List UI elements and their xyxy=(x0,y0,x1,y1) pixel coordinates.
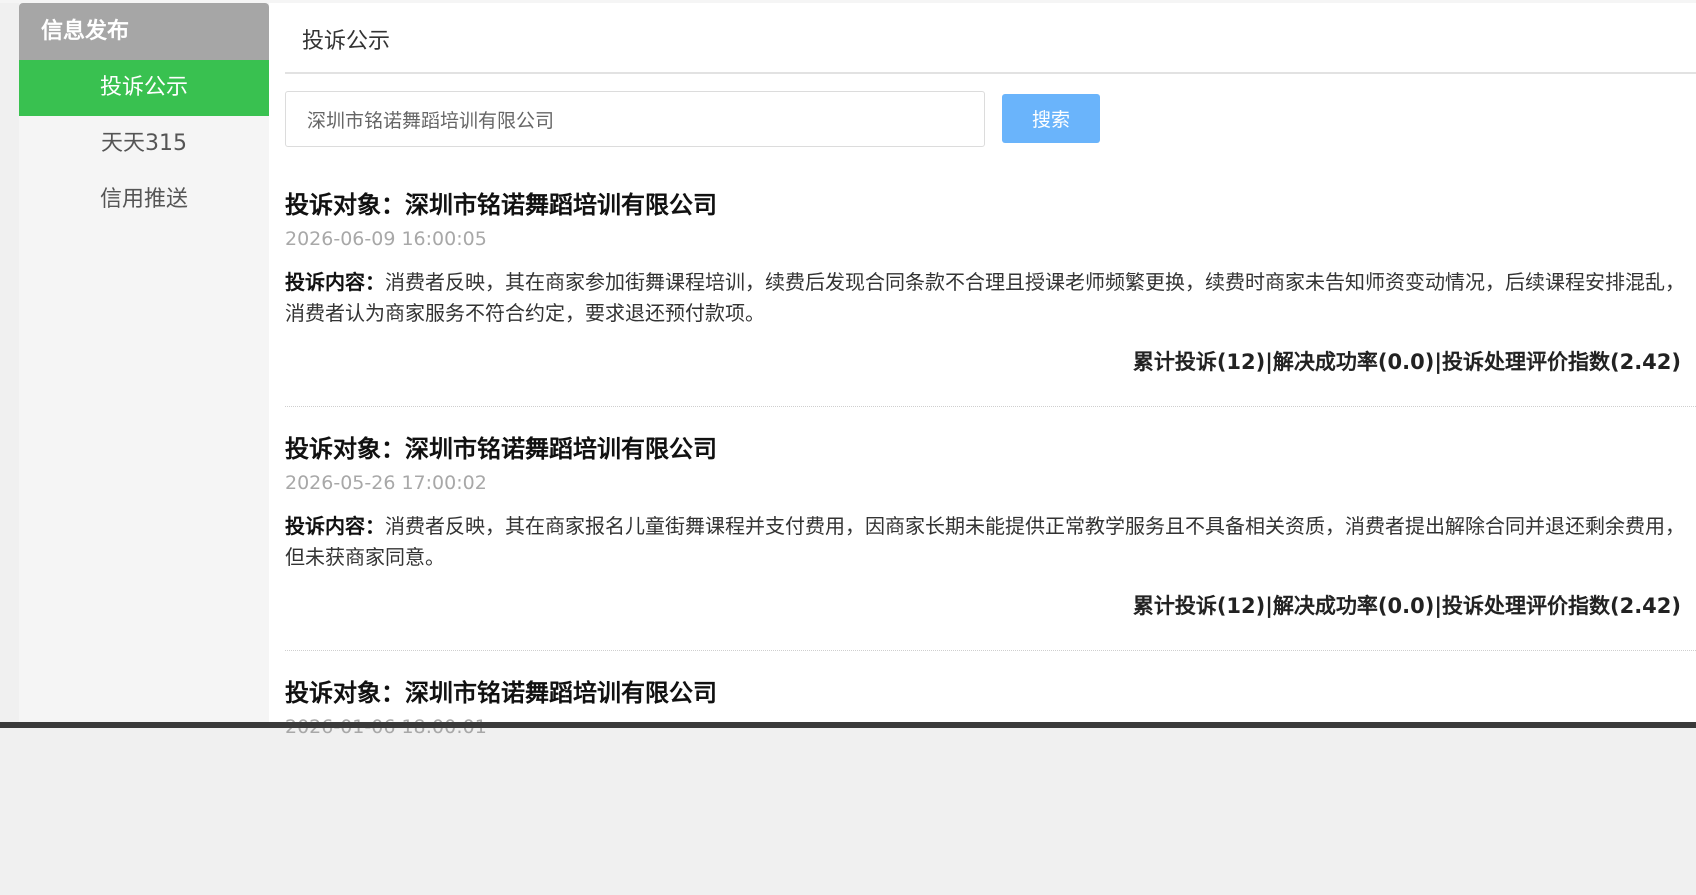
complaint-title[interactable]: 投诉对象：深圳市铭诺舞蹈培训有限公司 xyxy=(285,429,717,464)
complaint-content: 投诉内容：消费者反映，其在商家报名儿童街舞课程并支付费用，因商家长期未能提供正常… xyxy=(285,511,1696,573)
search-button[interactable]: 搜索 xyxy=(1002,94,1100,143)
complaint-content-text: 消费者反映，其在商家参加街舞课程培训，续费后发现合同条款不合理且授课老师频繁更换… xyxy=(285,270,1685,325)
search-input[interactable] xyxy=(285,91,985,147)
complaint-date: 2026-06-09 16:00:05 xyxy=(285,228,487,250)
complaint-company: 深圳市铭诺舞蹈培训有限公司 xyxy=(405,191,717,219)
complaint-company: 深圳市铭诺舞蹈培训有限公司 xyxy=(405,435,717,463)
sidebar: 信息发布 投诉公示 天天315 信用推送 xyxy=(19,3,269,725)
complaint-content-label: 投诉内容： xyxy=(285,270,385,294)
page-title: 投诉公示 xyxy=(302,29,391,54)
sidebar-item-daily-315[interactable]: 天天315 xyxy=(19,116,269,172)
complaint-content-text: 消费者反映，其在商家报名儿童街舞课程并支付费用，因商家长期未能提供正常教学服务且… xyxy=(285,514,1685,569)
bottom-bar xyxy=(0,722,1696,728)
main-panel: 投诉公示 搜索 投诉对象：深圳市铭诺舞蹈培训有限公司 2026-06-09 16… xyxy=(269,3,1696,738)
complaint-content-label: 投诉内容： xyxy=(285,514,385,538)
complaint-title-prefix: 投诉对象： xyxy=(285,679,405,707)
complaint-title[interactable]: 投诉对象：深圳市铭诺舞蹈培训有限公司 xyxy=(285,673,717,708)
complaint-item: 投诉对象：深圳市铭诺舞蹈培训有限公司 2026-06-09 16:00:05 投… xyxy=(285,163,1696,407)
app-frame: 信息发布 投诉公示 天天315 信用推送 投诉公示 搜索 投诉对象：深圳市铭诺舞… xyxy=(0,0,1696,738)
complaint-stats: 累计投诉(12)|解决成功率(0.0)|投诉处理评价指数(2.42) xyxy=(1132,594,1681,618)
sidebar-item-complaint-notice[interactable]: 投诉公示 xyxy=(19,60,269,116)
complaint-title-prefix: 投诉对象： xyxy=(285,191,405,219)
complaint-title[interactable]: 投诉对象：深圳市铭诺舞蹈培训有限公司 xyxy=(285,185,717,220)
page-header: 投诉公示 xyxy=(285,3,1696,74)
sidebar-header: 信息发布 xyxy=(19,3,269,60)
complaint-content: 投诉内容：消费者反映，其在商家参加街舞课程培训，续费后发现合同条款不合理且授课老… xyxy=(285,267,1696,329)
complaint-stats: 累计投诉(12)|解决成功率(0.0)|投诉处理评价指数(2.42) xyxy=(1132,350,1681,374)
complaint-item: 投诉对象：深圳市铭诺舞蹈培训有限公司 2026-05-26 17:00:02 投… xyxy=(285,407,1696,651)
complaint-item: 投诉对象：深圳市铭诺舞蹈培训有限公司 2026-01-06 18:00:01 xyxy=(285,651,1696,895)
complaint-title-prefix: 投诉对象： xyxy=(285,435,405,463)
complaint-list: 投诉对象：深圳市铭诺舞蹈培训有限公司 2026-06-09 16:00:05 投… xyxy=(285,163,1696,895)
sidebar-item-credit-push[interactable]: 信用推送 xyxy=(19,172,269,228)
complaint-company: 深圳市铭诺舞蹈培训有限公司 xyxy=(405,679,717,707)
complaint-date: 2026-05-26 17:00:02 xyxy=(285,472,487,494)
